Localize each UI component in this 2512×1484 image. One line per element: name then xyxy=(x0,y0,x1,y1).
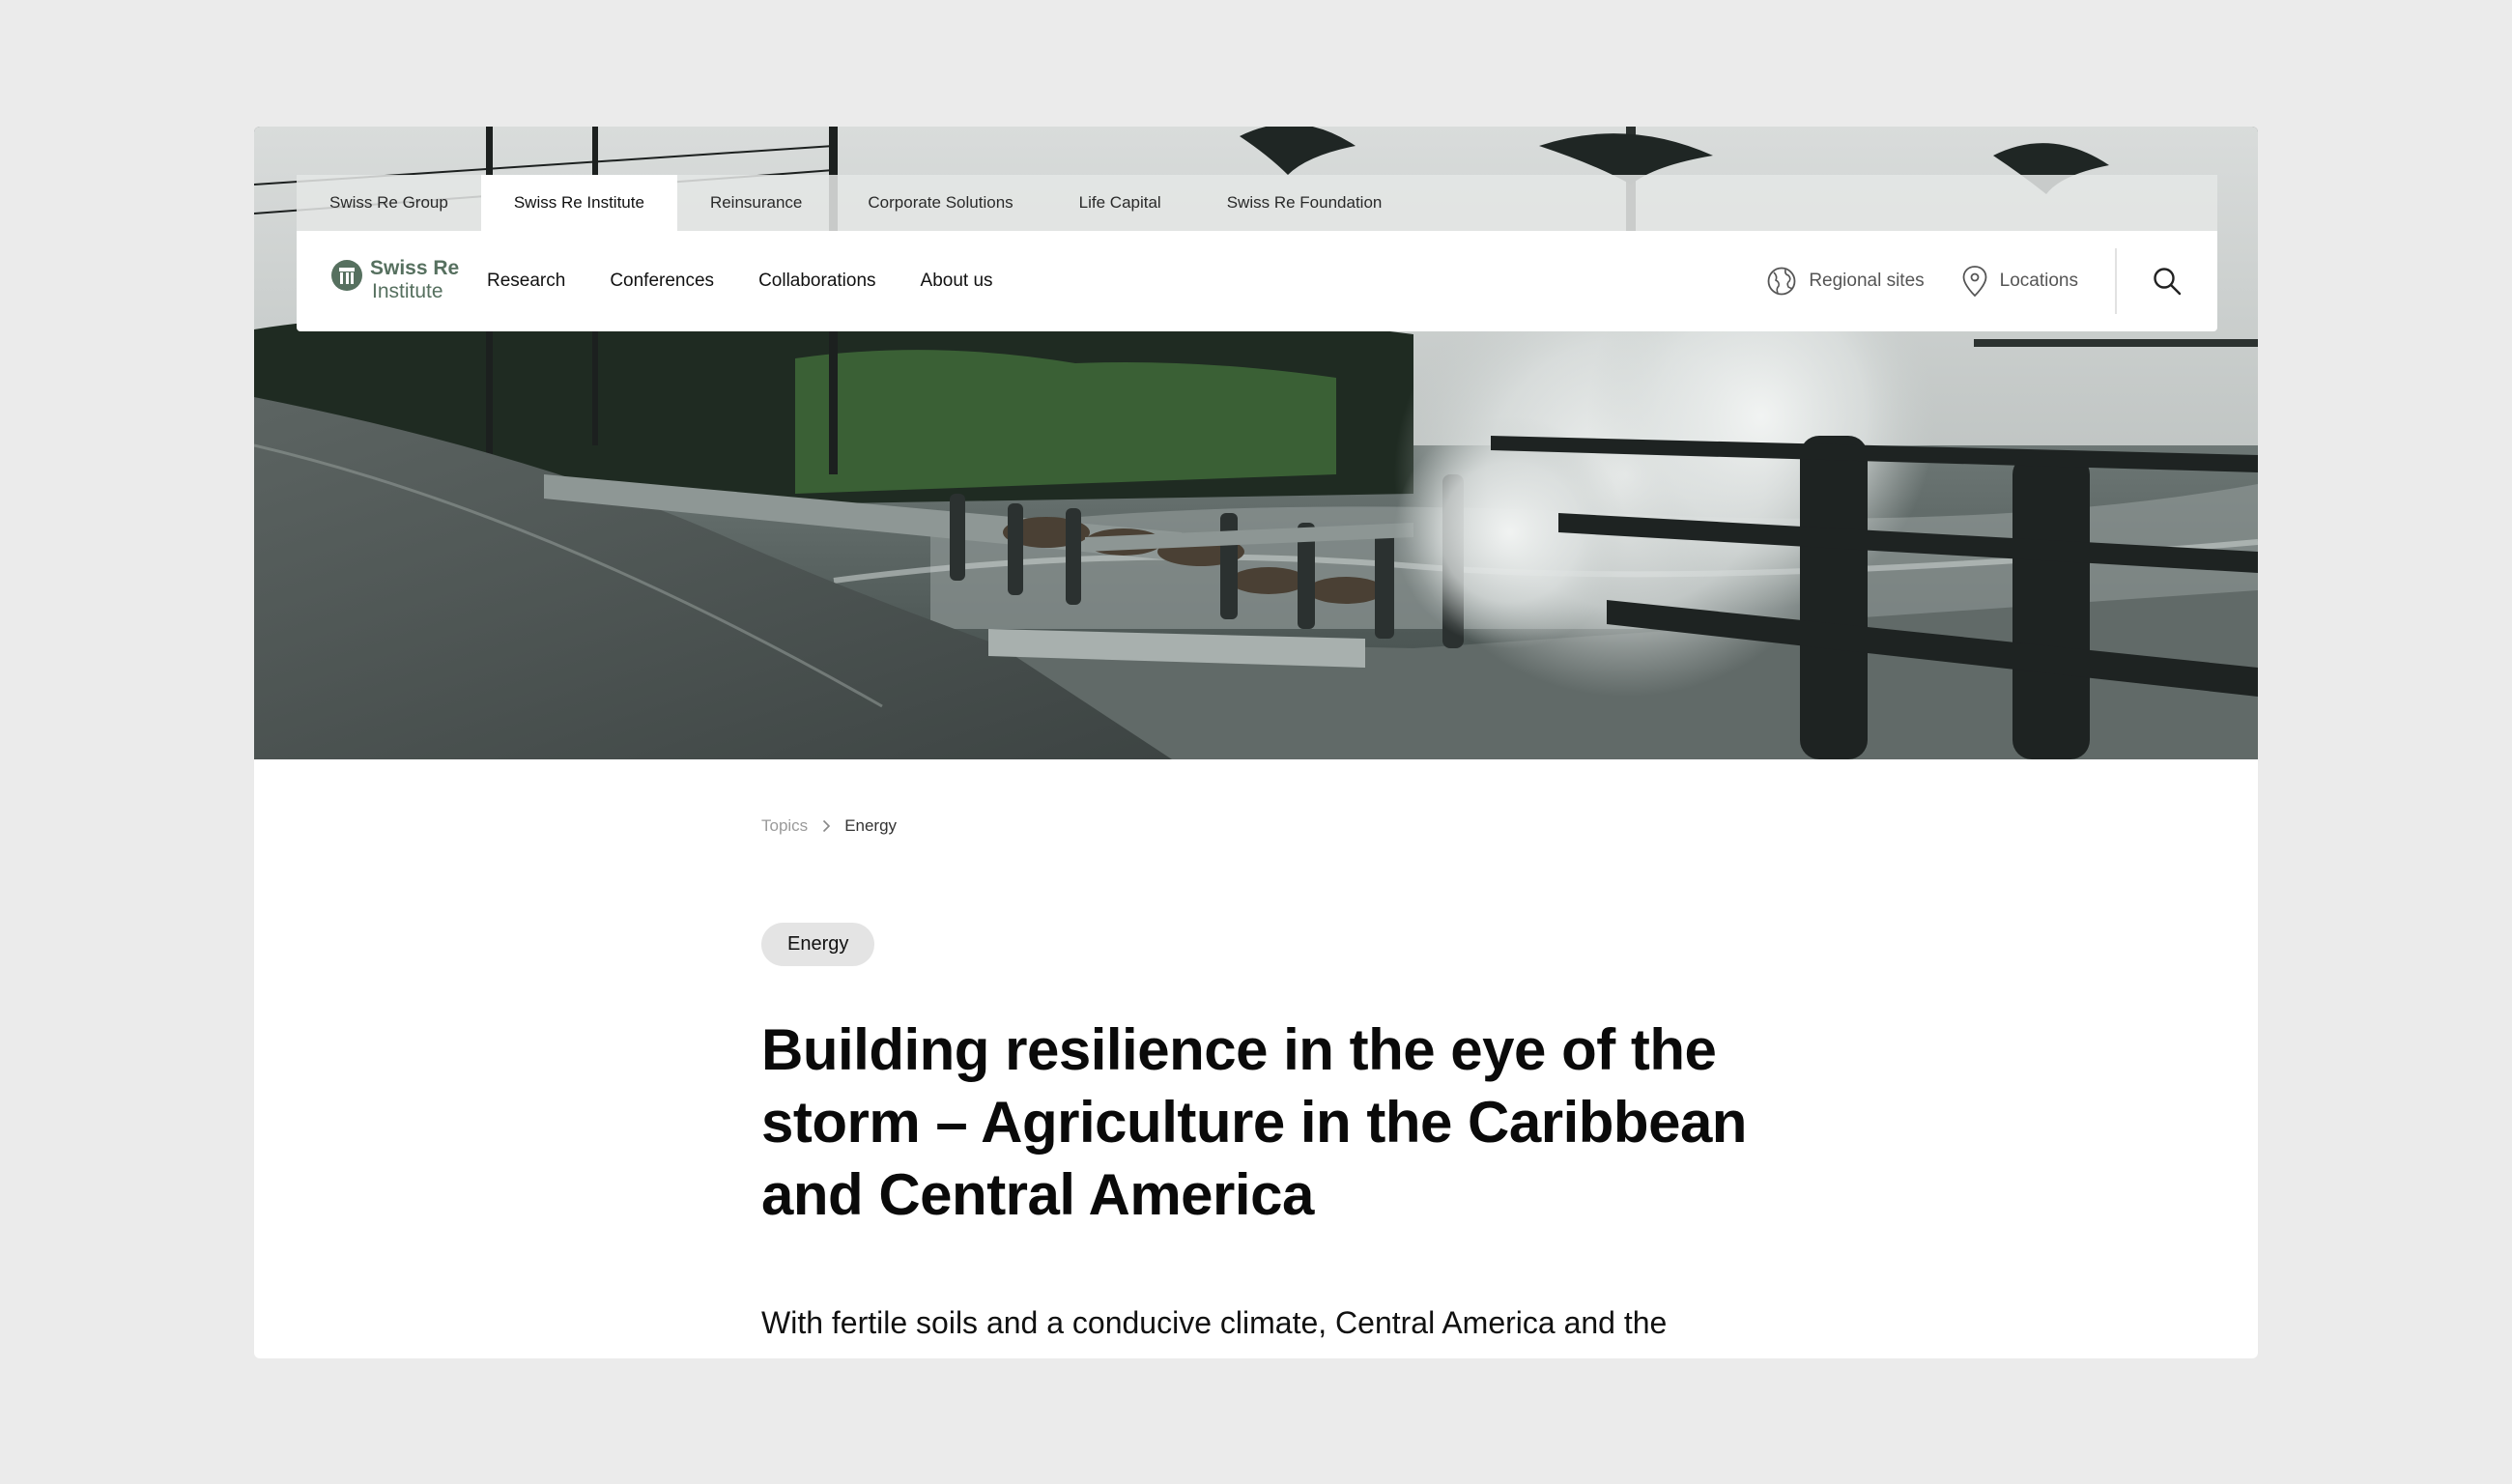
logo-text: Swiss Re Institute xyxy=(370,258,459,301)
chevron-right-icon xyxy=(822,819,831,833)
locations-link[interactable]: Locations xyxy=(1961,265,2078,298)
group-tab-swiss-re-foundation[interactable]: Swiss Re Foundation xyxy=(1194,175,1415,231)
regional-sites-label: Regional sites xyxy=(1809,271,1925,291)
nav-collaborations[interactable]: Collaborations xyxy=(758,271,875,292)
article-lead: With fertile soils and a conducive clima… xyxy=(761,1305,1668,1340)
breadcrumb-topics[interactable]: Topics xyxy=(761,816,808,836)
group-tab-reinsurance[interactable]: Reinsurance xyxy=(677,175,835,231)
logo[interactable]: Swiss Re Institute xyxy=(331,258,459,301)
logo-line2: Institute xyxy=(372,280,443,302)
group-tab-corporate-solutions[interactable]: Corporate Solutions xyxy=(835,175,1045,231)
breadcrumb-current: Energy xyxy=(844,816,898,835)
utility-nav: Regional sites Locations xyxy=(1766,231,2217,331)
logo-mark-icon xyxy=(331,260,362,291)
group-tab-swiss-re-institute[interactable]: Swiss Re Institute xyxy=(480,175,677,231)
article-title: Building resilience in the eye of the st… xyxy=(761,1017,1747,1227)
primary-nav: Research Conferences Collaborations Abou… xyxy=(487,231,1038,331)
group-tab-swiss-re-group[interactable]: Swiss Re Group xyxy=(297,175,481,231)
group-tab-life-capital[interactable]: Life Capital xyxy=(1046,175,1194,231)
group-tabs: Swiss Re Group Swiss Re Institute Reinsu… xyxy=(297,175,2217,231)
main-nav: Swiss Re Institute Research Conferences … xyxy=(297,231,2217,331)
search-icon xyxy=(2154,268,2182,296)
nav-about-us[interactable]: About us xyxy=(921,271,993,292)
nav-research[interactable]: Research xyxy=(487,271,565,292)
breadcrumb: Topics Energy xyxy=(761,816,897,836)
search-button[interactable] xyxy=(2117,231,2217,331)
regional-sites-link[interactable]: Regional sites xyxy=(1766,266,1925,297)
globe-icon xyxy=(1767,267,1796,296)
page-frame: Swiss Re Group Swiss Re Institute Reinsu… xyxy=(254,127,2258,1358)
topic-tag[interactable]: Energy xyxy=(761,923,875,966)
map-pin-icon xyxy=(1962,266,1987,298)
nav-conferences[interactable]: Conferences xyxy=(610,271,714,292)
logo-line1: Swiss Re xyxy=(370,257,460,279)
locations-label: Locations xyxy=(1999,271,2078,291)
